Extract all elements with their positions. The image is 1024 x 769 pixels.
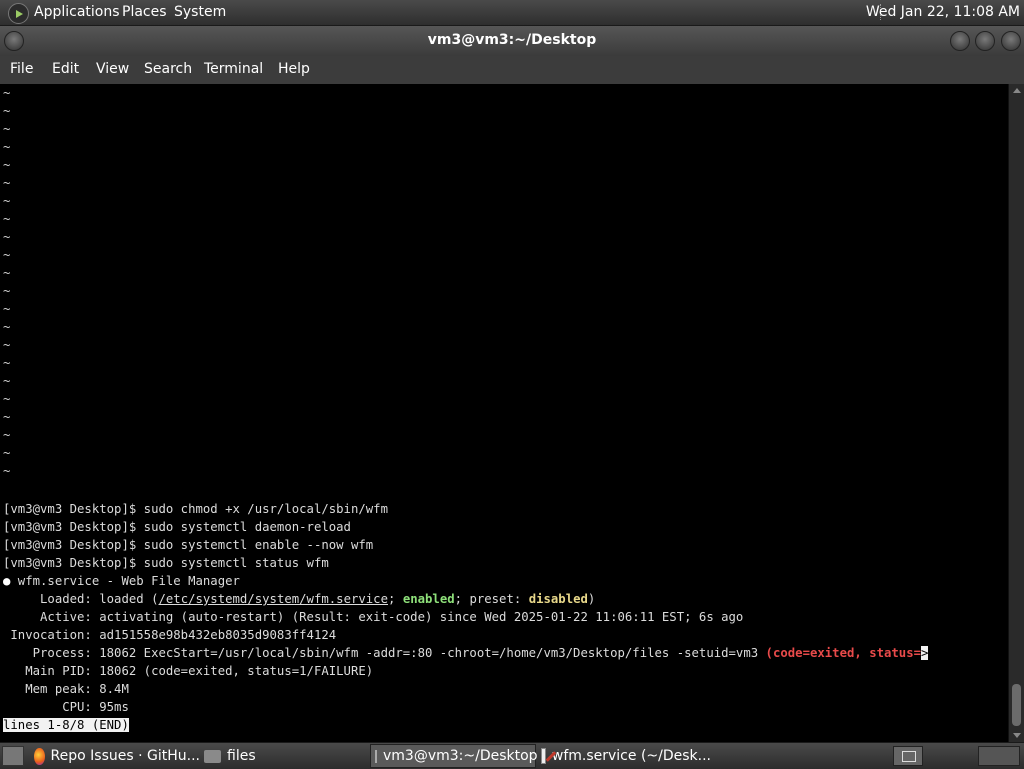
menu-view[interactable]: View (96, 61, 129, 77)
scroll-down-arrow-icon[interactable] (1013, 733, 1021, 738)
pager-status: lines 1-8/8 (END) (3, 718, 129, 732)
task-label: vm3@vm3:~/Desktop (383, 748, 538, 764)
empty-line-marker: ~ (3, 302, 11, 316)
bottom-taskbar: Repo Issues · GitHu... files vm3@vm3:~/D… (0, 742, 1024, 769)
empty-line-marker: ~ (3, 410, 11, 424)
cpu-line: CPU: 95ms (3, 700, 129, 714)
scroll-up-arrow-icon[interactable] (1013, 88, 1021, 93)
top-panel: Applications Places System Wed Jan 22, 1… (0, 0, 1024, 26)
distro-logo-icon[interactable] (8, 3, 29, 24)
process-exit-status: (code=exited, status= (765, 646, 922, 660)
terminal-command-line: [vm3@vm3 Desktop]$ sudo systemctl daemon… (3, 520, 351, 534)
places-menu[interactable]: Places (122, 4, 167, 20)
applications-menu[interactable]: Applications (34, 4, 120, 20)
task-text-editor[interactable]: wfm.service (~/Desk... (541, 744, 711, 768)
task-label: files (227, 748, 256, 764)
show-desktop-icon[interactable] (2, 746, 24, 766)
empty-line-marker: ~ (3, 446, 11, 460)
main-pid-line: Main PID: 18062 (code=exited, status=1/F… (3, 664, 374, 678)
enabled-state: enabled (402, 592, 455, 606)
menu-search[interactable]: Search (144, 61, 192, 77)
empty-line-marker: ~ (3, 392, 11, 406)
task-terminal[interactable]: vm3@vm3:~/Desktop (370, 744, 538, 768)
empty-line-marker: ~ (3, 464, 11, 478)
terminal-icon (375, 749, 377, 763)
firefox-icon (34, 747, 45, 765)
task-label: wfm.service (~/Desk... (551, 748, 711, 764)
service-title: wfm.service - Web File Manager (10, 574, 240, 588)
empty-line-marker: ~ (3, 194, 11, 208)
preset-label: ; preset: (454, 592, 529, 606)
maximize-button[interactable] (975, 31, 995, 51)
terminal-command-line: [vm3@vm3 Desktop]$ sudo systemctl enable… (3, 538, 374, 552)
menubar: File Edit View Search Terminal Help (0, 56, 1024, 84)
minimize-button[interactable] (950, 31, 970, 51)
preset-state: disabled (528, 592, 588, 606)
process-line: Process: 18062 ExecStart=/usr/local/sbin… (3, 644, 929, 662)
empty-line-marker: ~ (3, 104, 11, 118)
invocation-line: Invocation: ad151558e98b432eb8035d9083ff… (3, 628, 337, 642)
task-files[interactable]: files (204, 744, 368, 768)
window-titlebar[interactable]: vm3@vm3:~/Desktop (0, 26, 1024, 56)
task-label: Repo Issues · GitHu... (50, 748, 200, 764)
terminal-command-line: [vm3@vm3 Desktop]$ sudo chmod +x /usr/lo… (3, 502, 388, 516)
menu-help[interactable]: Help (278, 61, 310, 77)
text-editor-icon (541, 748, 546, 764)
task-firefox[interactable]: Repo Issues · GitHu... (34, 744, 200, 768)
empty-line-marker: ~ (3, 338, 11, 352)
terminal-scrollbar[interactable] (1008, 84, 1024, 742)
unit-file-path: /etc/systemd/system/wfm.service (158, 592, 388, 606)
line-truncation-marker: > (921, 646, 929, 660)
empty-line-marker: ~ (3, 122, 11, 136)
loaded-separator: ; (388, 592, 403, 606)
pager-status-line: lines 1-8/8 (END) (3, 716, 129, 734)
system-menu[interactable]: System (174, 4, 226, 20)
loaded-end: ) (587, 592, 596, 606)
empty-line-marker: ~ (3, 212, 11, 226)
empty-line-marker: ~ (3, 284, 11, 298)
scrollbar-thumb[interactable] (1012, 684, 1021, 726)
empty-line-marker: ~ (3, 248, 11, 262)
terminal-area[interactable]: ~ ~ ~ ~ ~ ~ ~ ~ ~ ~ ~ ~ ~ ~ ~ ~ ~ ~ ~ ~ ~ ~ [vm3@vm3 Desktop]… (0, 84, 1008, 742)
empty-line-marker: ~ (3, 158, 11, 172)
active-line: Active: activating (auto-restart) (Resul… (3, 610, 744, 624)
empty-line-marker: ~ (3, 320, 11, 334)
menu-edit[interactable]: Edit (52, 61, 79, 77)
clock[interactable]: Wed Jan 22, 11:08 AM (866, 4, 1020, 20)
menu-terminal[interactable]: Terminal (204, 61, 263, 77)
workspace-switcher[interactable] (978, 746, 1020, 766)
menu-file[interactable]: File (10, 61, 33, 77)
service-title-line: ● wfm.service - Web File Manager (3, 572, 240, 590)
empty-line-marker: ~ (3, 356, 11, 370)
close-button[interactable] (1001, 31, 1021, 51)
mem-peak-line: Mem peak: 8.4M (3, 682, 129, 696)
empty-line-marker: ~ (3, 374, 11, 388)
empty-line-marker: ~ (3, 428, 11, 442)
terminal-command-line: [vm3@vm3 Desktop]$ sudo systemctl status… (3, 556, 329, 570)
window-list-applet-icon[interactable] (893, 746, 923, 766)
empty-line-marker: ~ (3, 176, 11, 190)
empty-line-marker: ~ (3, 140, 11, 154)
empty-line-marker: ~ (3, 230, 11, 244)
window-title: vm3@vm3:~/Desktop (427, 32, 597, 48)
empty-line-marker: ~ (3, 266, 11, 280)
loaded-prefix: Loaded: loaded ( (3, 592, 159, 606)
folder-icon (204, 749, 221, 763)
loaded-line: Loaded: loaded (/etc/systemd/system/wfm.… (3, 590, 595, 608)
process-text: Process: 18062 ExecStart=/usr/local/sbin… (3, 646, 766, 660)
empty-line-marker: ~ (3, 86, 11, 100)
